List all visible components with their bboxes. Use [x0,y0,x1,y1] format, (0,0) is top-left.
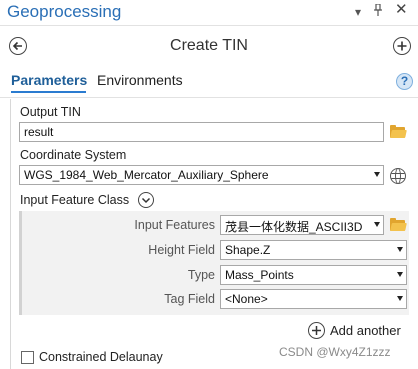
dropdown-arrow-icon [397,272,403,277]
tag-field-label: Tag Field [164,292,215,306]
tag-field-value: <None> [225,292,268,306]
add-icon [312,326,321,335]
folder-icon[interactable] [390,218,407,231]
output-tin-input[interactable]: result [19,122,384,142]
chevron-down-icon[interactable]: ▾ [355,4,361,20]
dropdown-arrow-icon [397,247,403,252]
height-field-select[interactable]: Shape.Z [220,240,407,260]
output-tin-label: Output TIN [20,105,81,119]
dropdown-arrow-icon [397,296,403,301]
input-features-value: 茂县一体化数据_ASCII3D [225,220,363,234]
tabs-divider [0,97,418,98]
watermark-text: CSDN @Wxy4Z1zzz [279,345,391,359]
tab-parameters[interactable]: Parameters [11,72,87,88]
pane-titlebar: Geoprocessing ▾ ✕ [0,0,418,26]
input-feature-class-label: Input Feature Class [20,193,130,207]
folder-icon[interactable] [390,125,407,138]
height-field-value: Shape.Z [225,243,271,257]
collapse-icon [141,197,151,204]
add-another-button[interactable] [308,322,325,339]
coordinate-system-label: Coordinate System [20,148,127,162]
tab-environments[interactable]: Environments [97,72,183,88]
add-icon [397,41,407,51]
pin-icon[interactable] [373,3,383,21]
help-icon[interactable]: ? [396,73,413,90]
constrained-delaunay-label[interactable]: Constrained Delaunay [39,350,163,364]
type-label: Type [187,268,215,282]
parameters-rail [10,99,11,369]
coordinate-system-select[interactable]: WGS_1984_Web_Mercator_Auxiliary_Sphere [19,165,384,185]
height-field-label: Height Field [148,243,215,257]
type-select[interactable]: Mass_Points [220,265,407,285]
pane-title: Geoprocessing [7,2,122,21]
dropdown-arrow-icon [374,222,380,227]
active-tab-indicator [11,91,86,93]
close-icon[interactable]: ✕ [395,2,408,18]
tool-title: Create TIN [170,37,248,54]
constrained-delaunay-checkbox[interactable] [21,351,34,364]
input-features-select[interactable]: 茂县一体化数据_ASCII3D [220,215,384,235]
globe-icon[interactable] [390,168,406,184]
add-another-label[interactable]: Add another [330,323,401,338]
add-button[interactable] [393,37,411,55]
input-features-label: Input Features [134,218,215,232]
collapse-button[interactable] [138,192,154,208]
dropdown-arrow-icon [374,172,380,177]
coordinate-system-value: WGS_1984_Web_Mercator_Auxiliary_Sphere [24,168,269,182]
tag-field-select[interactable]: <None> [220,289,407,309]
type-value: Mass_Points [225,268,294,282]
